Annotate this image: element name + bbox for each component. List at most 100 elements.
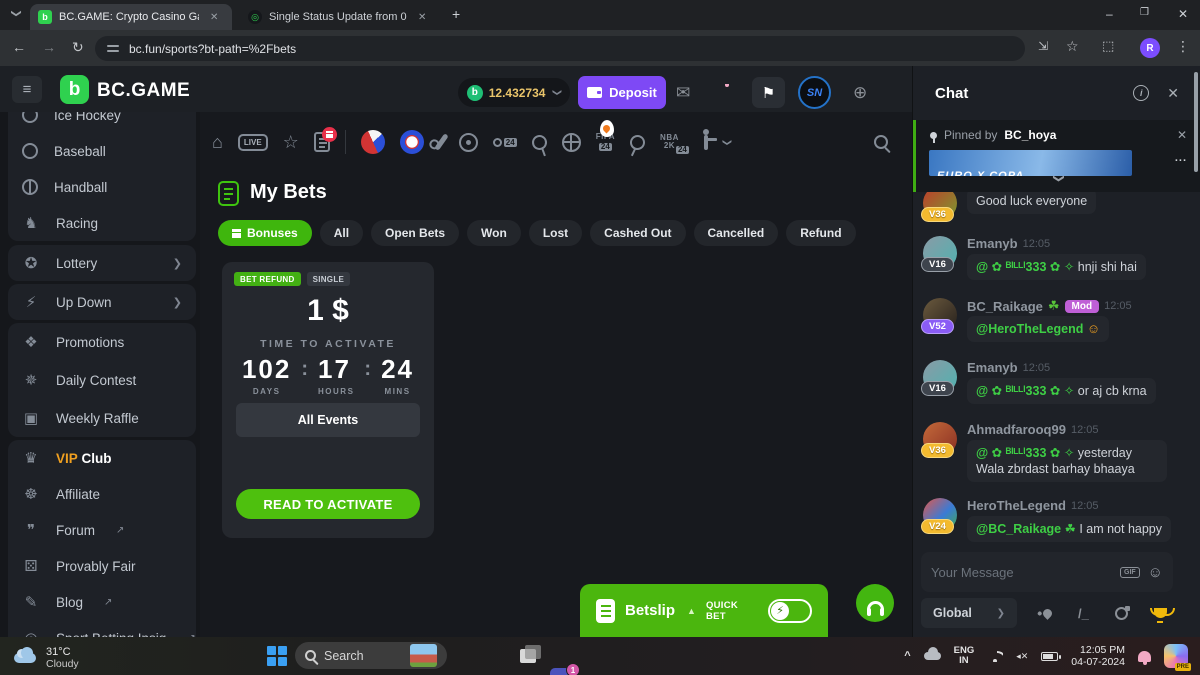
user-avatar[interactable]: SN bbox=[798, 76, 831, 109]
sidebar-item-vip-club[interactable]: ♛ VIP Club bbox=[8, 440, 196, 476]
baseball-nav-icon[interactable] bbox=[434, 133, 448, 151]
username[interactable]: Emanyb bbox=[967, 236, 1018, 251]
sidebar-item-weekly-raffle[interactable]: ▣ Weekly Raffle bbox=[8, 399, 196, 437]
battery-icon[interactable] bbox=[1041, 652, 1058, 661]
mention[interactable]: @ ✿ ᴮᴵᴸᴸᴵ333 ✿ ✧ bbox=[976, 446, 1074, 460]
notification-center-bell-icon[interactable] bbox=[1138, 651, 1151, 662]
volume-muted-icon[interactable]: ◂✕ bbox=[1016, 651, 1028, 662]
reload-icon[interactable]: ↻ bbox=[72, 39, 84, 56]
mention[interactable]: @BC_Raikage ☘ bbox=[976, 522, 1076, 536]
ready-to-activate-button[interactable]: READ TO ACTIVATE bbox=[236, 489, 420, 519]
tennis-nav-icon[interactable] bbox=[530, 132, 549, 151]
sidebar-item-provably-fair[interactable]: ⚄ Provably Fair bbox=[8, 548, 196, 584]
bcgame-logo-text[interactable]: BC.GAME bbox=[97, 80, 190, 102]
filter-won[interactable]: Won bbox=[467, 220, 521, 246]
basketball-nav-icon[interactable] bbox=[562, 133, 581, 152]
teams-icon[interactable]: T1 bbox=[550, 668, 574, 675]
language-switcher[interactable]: ENGIN bbox=[954, 646, 975, 666]
mail-icon[interactable]: ✉ bbox=[676, 83, 690, 103]
balance-selector[interactable]: b 12.432734 ❯ bbox=[458, 78, 570, 107]
chat-info-icon[interactable]: i bbox=[1133, 85, 1149, 101]
live-icon[interactable]: LIVE bbox=[238, 134, 268, 151]
filter-lost[interactable]: Lost bbox=[529, 220, 582, 246]
copilot-icon[interactable]: PRE bbox=[1164, 644, 1188, 668]
mention[interactable]: @ ✿ ᴮᴵᴸᴸᴵ333 ✿ ✧ bbox=[976, 260, 1074, 274]
quick-bet-toggle[interactable]: ⚡ bbox=[768, 599, 812, 623]
rain-icon[interactable] bbox=[1043, 609, 1052, 618]
browser-tab-status[interactable]: ◎ Single Status Update from 07/0 ✕ bbox=[240, 4, 440, 30]
mention[interactable]: @ ✿ ᴮᴵᴸᴸᴵ333 ✿ ✧ bbox=[976, 384, 1074, 398]
wifi-icon[interactable] bbox=[987, 651, 1003, 662]
betslip-bar[interactable]: Betslip ▲ QUICK BET ⚡ bbox=[580, 584, 828, 637]
browser-menu-icon[interactable]: ⋮ bbox=[1176, 38, 1190, 55]
pinned-close-icon[interactable]: ✕ bbox=[1177, 128, 1187, 142]
emoji-picker-icon[interactable]: ☺ bbox=[1148, 564, 1163, 581]
mention[interactable]: @HeroTheLegend bbox=[976, 322, 1083, 336]
bookmark-star-icon[interactable]: ☆ bbox=[1066, 38, 1079, 55]
fifa24-icon[interactable]: FIFA 24 bbox=[596, 133, 615, 151]
sidebar-item-up-down[interactable]: ⚡ Up Down ❯ bbox=[8, 284, 196, 320]
extensions-icon[interactable]: ⬚ bbox=[1102, 38, 1114, 54]
chat-message-input[interactable] bbox=[931, 565, 1112, 580]
window-minimize-button[interactable]: – bbox=[1106, 7, 1113, 21]
back-icon[interactable]: ← bbox=[12, 39, 26, 55]
tab-search-chevron-icon[interactable]: ❯ bbox=[11, 9, 22, 17]
pinned-more-icon[interactable]: ... bbox=[1175, 152, 1187, 164]
tray-expand-icon[interactable]: ^ bbox=[904, 650, 910, 662]
sidebar-item-lottery[interactable]: ✪ Lottery ❯ bbox=[8, 245, 196, 281]
pinned-expand-chevron-icon[interactable]: ❯ bbox=[1052, 174, 1065, 183]
sidebar-item-baseball[interactable]: Baseball bbox=[8, 133, 196, 169]
gif-icon[interactable]: GIF bbox=[1120, 567, 1140, 578]
search-icon[interactable] bbox=[874, 135, 888, 149]
pinned-banner-image[interactable]: EURO X COPA bbox=[929, 150, 1132, 176]
shooter-game-icon[interactable] bbox=[704, 135, 708, 150]
filter-cancelled[interactable]: Cancelled bbox=[694, 220, 779, 246]
slash-commands-icon[interactable]: /_ bbox=[1078, 606, 1089, 621]
filter-refund[interactable]: Refund bbox=[786, 220, 855, 246]
forward-icon[interactable]: → bbox=[42, 39, 56, 55]
collapse-caret-icon[interactable]: ▲ bbox=[687, 606, 696, 616]
onedrive-icon[interactable] bbox=[924, 652, 941, 660]
window-restore-button[interactable]: ❐ bbox=[1140, 7, 1149, 18]
url-text[interactable]: bc.fun/sports?bt-path=%2Fbets bbox=[129, 42, 296, 56]
tab-close-icon[interactable]: ✕ bbox=[210, 12, 218, 23]
chat-scrollbar[interactable] bbox=[1194, 72, 1198, 172]
language-globe-icon[interactable]: ⊕ bbox=[853, 83, 867, 103]
username[interactable]: Ahmadfarooq99 bbox=[967, 422, 1066, 437]
clock[interactable]: 12:05 PM04-07-2024 bbox=[1071, 644, 1125, 668]
sidebar-toggle-button[interactable]: ≡ bbox=[12, 76, 42, 103]
sidebar-item-handball[interactable]: Handball bbox=[8, 169, 196, 205]
window-close-button[interactable]: ✕ bbox=[1178, 7, 1188, 21]
filter-bonuses[interactable]: Bonuses bbox=[218, 220, 312, 246]
deposit-button[interactable]: Deposit bbox=[578, 76, 666, 109]
soccer-nav-icon[interactable] bbox=[459, 133, 478, 152]
filter-cashed-out[interactable]: Cashed Out bbox=[590, 220, 685, 246]
sidebar-item-racing[interactable]: ♞ Racing bbox=[8, 205, 196, 241]
sidebar-item-forum[interactable]: ❞ Forum ↗ bbox=[8, 512, 196, 548]
home-icon[interactable]: ⌂ bbox=[212, 132, 223, 153]
filter-open-bets[interactable]: Open Bets bbox=[371, 220, 459, 246]
chat-close-icon[interactable]: ✕ bbox=[1167, 85, 1179, 102]
table-tennis-icon[interactable] bbox=[628, 132, 648, 152]
browser-tab-bcgame[interactable]: b BC.GAME: Crypto Casino Game ✕ bbox=[30, 4, 232, 30]
weather-widget[interactable]: 31°CCloudy bbox=[14, 646, 79, 670]
sports-pennant-icon[interactable]: ⚑ bbox=[752, 77, 785, 108]
send-to-device-icon[interactable]: ⇲ bbox=[1038, 39, 1048, 53]
favorites-star-icon[interactable]: ☆ bbox=[283, 132, 299, 153]
all-events-button[interactable]: All Events bbox=[236, 403, 420, 437]
pinned-message[interactable]: Pinned by BC_hoya ✕ EURO X COPA ... ❯ bbox=[913, 120, 1200, 192]
chat-input-box[interactable]: GIF ☺ bbox=[921, 552, 1173, 592]
sidebar-item-sport-betting-insights[interactable]: ◎ Sport Betting Insig ↗ bbox=[8, 620, 196, 637]
support-button[interactable] bbox=[856, 584, 894, 622]
sidebar-item-promotions[interactable]: ❖ Promotions bbox=[8, 323, 196, 361]
username[interactable]: Emanyb bbox=[967, 360, 1018, 375]
sidebar-item-affiliate[interactable]: ☸ Affiliate bbox=[8, 476, 196, 512]
bcgame-logo-icon[interactable]: b bbox=[60, 75, 89, 104]
chat-room-selector[interactable]: Global❯ bbox=[921, 598, 1017, 628]
username[interactable]: HeroTheLegend bbox=[967, 498, 1066, 513]
username[interactable]: BC_Raikage bbox=[967, 299, 1043, 314]
coin-drop-icon[interactable] bbox=[1115, 607, 1128, 620]
start-button[interactable] bbox=[267, 646, 287, 666]
filter-all[interactable]: All bbox=[320, 220, 363, 246]
sidebar-item-daily-contest[interactable]: ✵ Daily Contest bbox=[8, 361, 196, 399]
